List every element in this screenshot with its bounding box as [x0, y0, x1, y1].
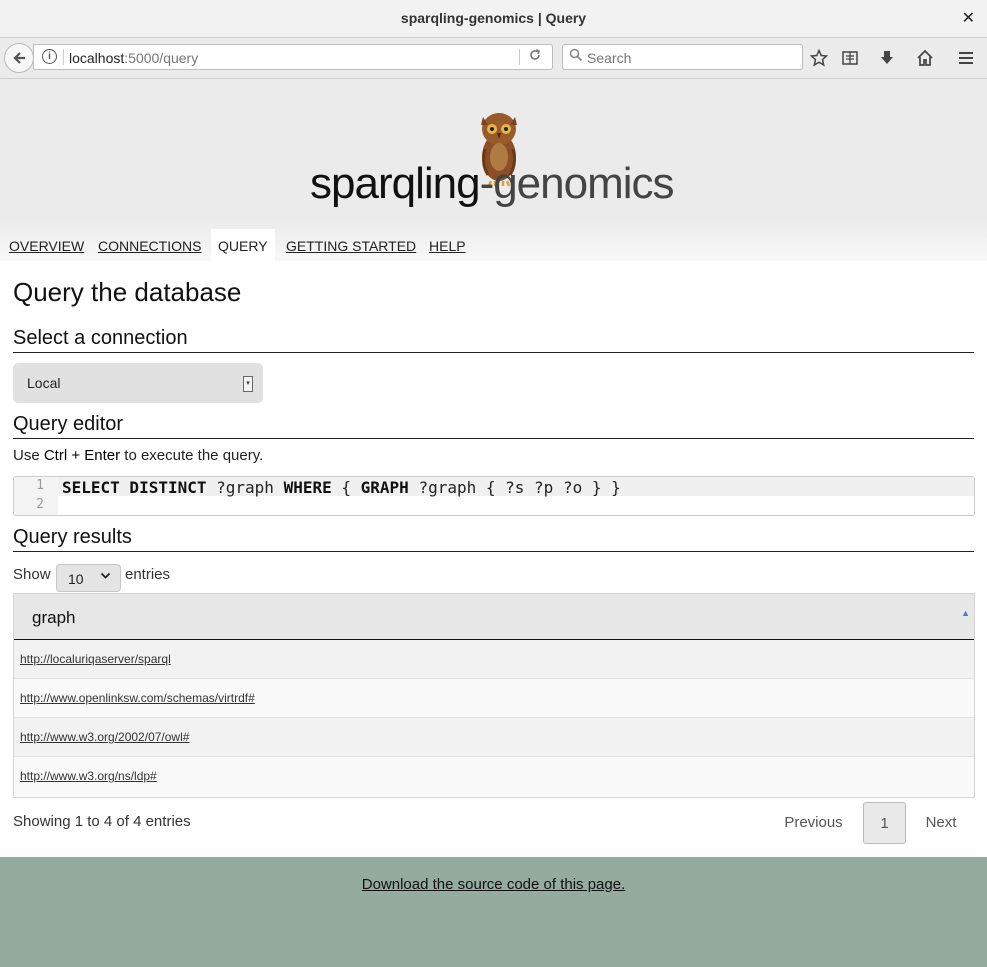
table-info: Showing 1 to 4 of 4 entries [13, 813, 191, 830]
graph-link[interactable]: http://www.w3.org/ns/ldp# [20, 769, 157, 783]
search-bar[interactable] [562, 44, 803, 70]
editor-hint: Use Ctrl + Enter to execute the query. [13, 447, 263, 464]
search-input[interactable] [585, 47, 799, 69]
url-separator-right [519, 49, 520, 65]
line-number: 2 [36, 497, 44, 512]
table-header[interactable]: graph ▲ [14, 594, 974, 640]
page-footer: Download the source code of this page. [0, 857, 987, 967]
entries-label: entries [125, 566, 171, 583]
graph-link[interactable]: http://www.openlinksw.com/schemas/virtrd… [20, 691, 255, 705]
reload-icon[interactable] [528, 48, 542, 66]
close-icon[interactable]: ✕ [962, 8, 975, 28]
table-row: http://www.w3.org/ns/ldp# [14, 757, 974, 796]
previous-button[interactable]: Previous [772, 802, 855, 844]
logo-part1: sparqling [310, 159, 481, 208]
home-icon[interactable] [913, 46, 937, 70]
sort-ascending-icon[interactable]: ▲ [961, 608, 970, 618]
column-header-graph[interactable]: graph [32, 608, 75, 628]
select-arrow-icon: ▾ [243, 376, 253, 392]
results-table: graph ▲ http://localuriqaserver/sparql h… [13, 593, 975, 798]
next-button[interactable]: Next [915, 802, 967, 844]
hint-prefix: Use [13, 447, 44, 464]
logo-wordmark: sparqling-genomics [310, 159, 675, 209]
download-source-link[interactable]: Download the source code of this page. [0, 876, 987, 893]
graph-link[interactable]: http://www.w3.org/2002/07/owl# [20, 730, 189, 744]
reading-list-icon[interactable] [838, 46, 862, 70]
editor-heading: Query editor [13, 413, 974, 439]
results-heading: Query results [13, 526, 974, 552]
graph-link[interactable]: http://localuriqaserver/sparql [20, 652, 171, 666]
query-code[interactable]: SELECT DISTINCT ?graph WHERE { GRAPH ?gr… [62, 478, 621, 497]
url-path: :5000/query [124, 50, 199, 66]
code-token: WHERE [283, 478, 332, 497]
site-header: sparqling-genomics OVERVIEW CONNECTIONS … [0, 79, 987, 261]
tab-overview[interactable]: OVERVIEW [1, 229, 92, 261]
page-title: Query the database [13, 277, 242, 307]
tab-help[interactable]: HELP [421, 229, 474, 261]
connection-heading: Select a connection [13, 327, 974, 353]
table-row: http://localuriqaserver/sparql [14, 640, 974, 679]
tab-getting-started[interactable]: GETTING STARTED [278, 229, 424, 261]
show-label: Show [13, 566, 51, 583]
bookmark-star-icon[interactable] [807, 46, 831, 70]
page-size-select[interactable]: 10 [56, 564, 121, 592]
download-icon[interactable] [875, 46, 899, 70]
search-icon [569, 48, 583, 65]
page-1-button[interactable]: 1 [863, 802, 906, 844]
code-token: ?graph { ?s ?p ?o } } [408, 478, 621, 497]
browser-toolbar: i localhost:5000/query [0, 38, 987, 79]
code-token: GRAPH [360, 478, 409, 497]
connection-select-value: Local [27, 375, 61, 391]
window-title: sparqling-genomics | Query [400, 10, 587, 26]
table-row: http://www.w3.org/2002/07/owl# [14, 718, 974, 757]
site-info-icon[interactable]: i [42, 49, 57, 64]
editor-gutter: 1 2 [14, 477, 58, 515]
window-titlebar: sparqling-genomics | Query ✕ [0, 0, 987, 38]
hint-keys: Ctrl + Enter [43, 447, 121, 464]
connection-select[interactable]: Local ▾ [13, 363, 263, 403]
code-token: ?graph [206, 478, 284, 497]
back-button[interactable] [4, 43, 34, 73]
main-content: Query the database Select a connection L… [0, 261, 987, 857]
code-token: SELECT DISTINCT [62, 478, 207, 497]
tab-connections[interactable]: CONNECTIONS [90, 229, 209, 261]
url-bar[interactable]: i localhost:5000/query [33, 44, 553, 70]
chevron-down-icon [100, 570, 111, 584]
back-arrow-icon [13, 52, 25, 64]
tab-query[interactable]: QUERY [211, 229, 275, 261]
hint-suffix: to execute the query. [120, 447, 264, 464]
url-separator [63, 49, 64, 65]
line-number: 1 [36, 478, 44, 493]
query-editor[interactable]: 1 2 SELECT DISTINCT ?graph WHERE { GRAPH… [13, 476, 975, 516]
code-token: { [331, 478, 361, 497]
menu-icon[interactable] [954, 46, 978, 70]
site-logo[interactable]: sparqling-genomics [310, 109, 680, 219]
page-size-value: 10 [68, 571, 84, 587]
table-row: http://www.openlinksw.com/schemas/virtrd… [14, 679, 974, 718]
logo-part2: -genomics [479, 159, 675, 208]
url-text[interactable]: localhost:5000/query [69, 50, 198, 66]
url-host: localhost [69, 50, 125, 66]
